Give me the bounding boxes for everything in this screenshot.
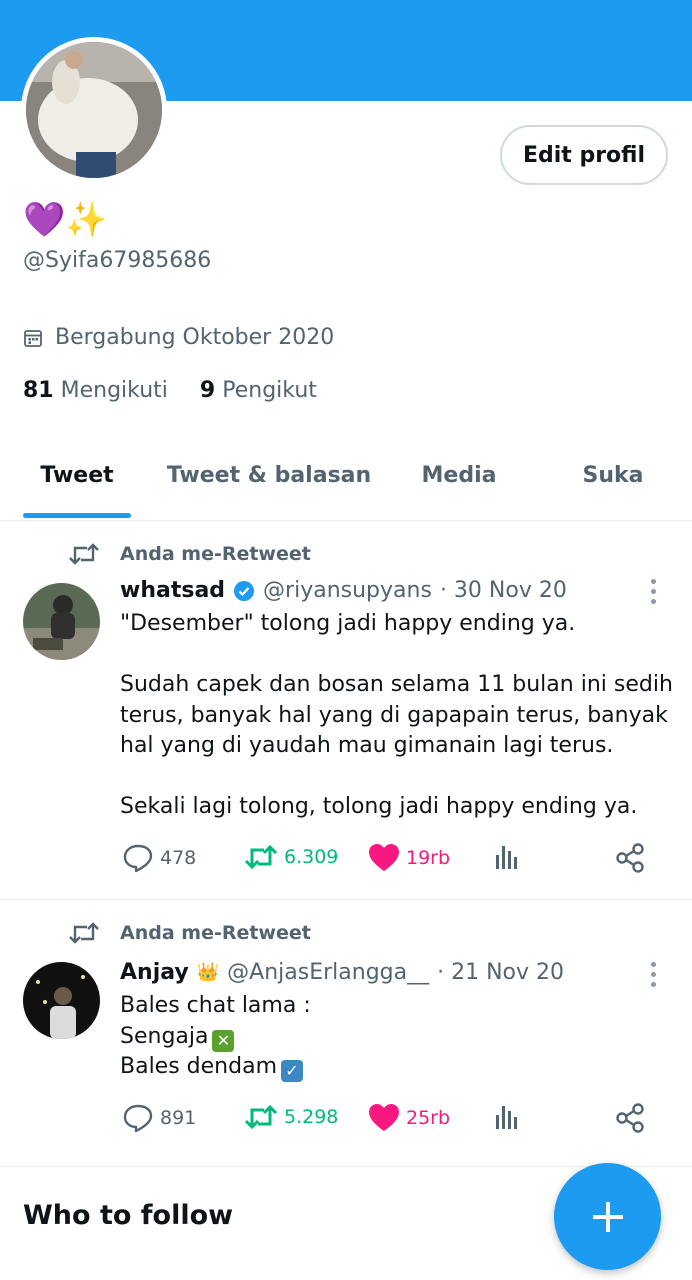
profile-display-name: 💜✨ — [23, 200, 108, 240]
tweet-author-name[interactable]: Anjay — [120, 960, 189, 985]
reply-icon — [123, 1104, 153, 1133]
retweet-indicator: Anda me-Retweet — [68, 541, 311, 567]
avatar-photo-icon — [26, 42, 162, 178]
tweet-author-name[interactable]: whatsad — [120, 578, 225, 603]
tweet-author-handle[interactable]: @riyansupyans — [263, 578, 432, 603]
analytics-button[interactable] — [494, 1103, 520, 1131]
tweet-more-icon[interactable] — [648, 579, 658, 604]
compose-tweet-button[interactable] — [554, 1163, 661, 1270]
tab-tweet-and-replies[interactable]: Tweet & balasan — [154, 446, 384, 520]
joined-date: Bergabung Oktober 2020 — [23, 325, 334, 350]
crown-emoji: 👑 — [196, 962, 220, 983]
profile-tabs: Tweet Tweet & balasan Media Suka — [0, 446, 692, 521]
plus-icon — [592, 1201, 623, 1232]
retweet-indicator: Anda me-Retweet — [68, 920, 311, 946]
tweet-date[interactable]: · 30 Nov 20 — [440, 578, 567, 603]
retweet-small-icon — [69, 543, 99, 565]
tweet-actions: 478 6.309 19rb — [0, 843, 692, 879]
share-button[interactable] — [615, 843, 645, 873]
analytics-icon — [496, 1106, 517, 1129]
retweet-button[interactable]: 6.309 — [244, 843, 338, 871]
tweet-author-handle[interactable]: @AnjasErlangga__ — [227, 960, 429, 985]
tweet-header: whatsad @riyansupyans · 30 Nov 20 — [120, 578, 567, 603]
who-to-follow-heading: Who to follow — [23, 1200, 234, 1231]
reply-button[interactable]: 891 — [122, 1103, 196, 1133]
cross-mark-icon: ✕ — [212, 1029, 235, 1052]
retweet-icon — [244, 1104, 278, 1130]
check-box-icon: ✓ — [281, 1060, 303, 1083]
tab-media[interactable]: Media — [384, 446, 534, 520]
like-button[interactable]: 25rb — [368, 1103, 450, 1133]
tweet-actions: 891 5.298 25rb — [0, 1103, 692, 1139]
retweet-icon — [244, 844, 278, 870]
author-photo-icon — [23, 583, 100, 660]
heart-filled-icon — [369, 1104, 399, 1131]
like-button[interactable]: 19rb — [368, 843, 450, 873]
share-icon — [616, 843, 644, 873]
author-photo-icon — [23, 962, 100, 1039]
profile-avatar[interactable] — [21, 37, 167, 183]
verified-badge-icon — [234, 580, 255, 601]
following-link[interactable]: 81 Mengikuti — [23, 378, 168, 403]
tweet-text: Bales chat lama : Sengaja ✕ Bales dendam ✓ — [120, 991, 675, 1083]
tweet-author-avatar[interactable] — [23, 583, 100, 660]
tab-likes[interactable]: Suka — [534, 446, 692, 520]
tweet-date[interactable]: · 21 Nov 20 — [437, 960, 564, 985]
tweet-author-avatar[interactable] — [23, 962, 100, 1039]
reply-icon — [123, 844, 153, 873]
analytics-icon — [496, 846, 517, 869]
joined-label: Bergabung Oktober 2020 — [55, 325, 335, 350]
profile-handle: @Syifa67985686 — [23, 248, 212, 273]
follow-stats: 81 Mengikuti 9 Pengikut — [23, 378, 317, 403]
retweet-button[interactable]: 5.298 — [244, 1103, 338, 1131]
tab-tweet[interactable]: Tweet — [0, 446, 154, 520]
heart-filled-icon — [369, 844, 399, 871]
retweet-small-icon — [69, 922, 99, 944]
tweet-item[interactable]: Anda me-Retweet whatsad @riyansupyans · … — [0, 521, 692, 900]
share-button[interactable] — [615, 1103, 645, 1133]
calendar-icon — [24, 329, 42, 347]
tweet-more-icon[interactable] — [648, 962, 658, 987]
tweet-header: Anjay 👑 @AnjasErlangga__ · 21 Nov 20 — [120, 960, 564, 985]
edit-profile-button[interactable]: Edit profil — [500, 125, 668, 185]
followers-link[interactable]: 9 Pengikut — [200, 378, 317, 403]
tweet-item[interactable]: Anda me-Retweet Anjay 👑 @AnjasErlangga__… — [0, 900, 692, 1167]
share-icon — [616, 1103, 644, 1133]
reply-button[interactable]: 478 — [122, 843, 196, 873]
tweet-text: "Desember" tolong jadi happy ending ya. … — [120, 611, 673, 819]
active-tab-indicator — [23, 513, 131, 518]
analytics-button[interactable] — [494, 843, 520, 871]
